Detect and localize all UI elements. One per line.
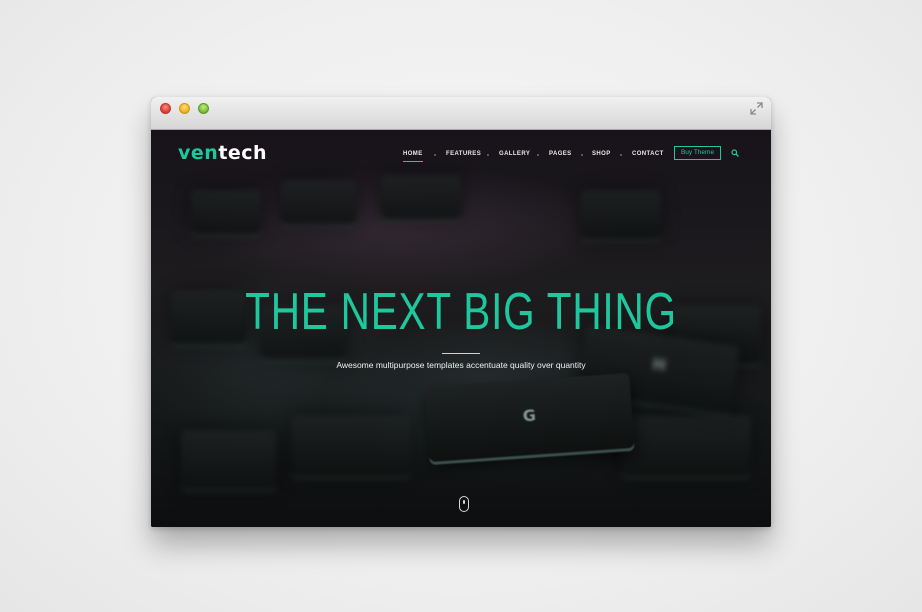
background-key <box>181 430 276 490</box>
browser-window: H G ventech HOME FEATURES GALLERY PAGES … <box>151 97 771 527</box>
nav-pages[interactable]: PAGES <box>549 151 572 157</box>
logo-text-ven: ven <box>178 142 219 164</box>
search-icon[interactable] <box>731 149 739 157</box>
nav-shop[interactable]: SHOP <box>592 151 611 157</box>
mouse-scroll-icon[interactable] <box>459 496 469 512</box>
background-key <box>381 175 461 220</box>
background-key <box>291 415 411 477</box>
ventech-logo[interactable]: ventech <box>178 142 268 164</box>
nav-contact[interactable]: CONTACT <box>632 151 664 157</box>
nav-gallery[interactable]: GALLERY <box>499 151 530 157</box>
key-g-letter: G <box>522 405 537 426</box>
mouse-wheel <box>463 500 465 504</box>
buy-theme-button[interactable]: Buy Theme <box>674 146 721 160</box>
background-key <box>281 180 356 225</box>
nav-separator <box>487 154 489 156</box>
window-titlebar <box>151 97 771 130</box>
background-key <box>191 190 261 235</box>
hero-subtitle: Awesome multipurpose templates accentuat… <box>336 360 586 370</box>
hero-title: THE NEXT BIG THING <box>245 283 677 341</box>
background-key <box>581 190 661 240</box>
nav-separator <box>620 154 622 156</box>
nav-separator <box>581 154 583 156</box>
close-window-button[interactable] <box>160 103 171 114</box>
nav-features[interactable]: FEATURES <box>446 151 481 157</box>
hero-section: H G ventech HOME FEATURES GALLERY PAGES … <box>151 130 771 527</box>
background-key <box>621 415 751 477</box>
key-g: G <box>424 372 635 463</box>
nav-home[interactable]: HOME <box>403 151 423 162</box>
zoom-window-button[interactable] <box>198 103 209 114</box>
minimize-window-button[interactable] <box>179 103 190 114</box>
nav-separator <box>434 154 436 156</box>
nav-separator <box>537 154 539 156</box>
logo-text-tech: tech <box>218 142 268 164</box>
hero-divider <box>442 353 480 354</box>
expand-arrows-icon[interactable] <box>750 102 763 115</box>
